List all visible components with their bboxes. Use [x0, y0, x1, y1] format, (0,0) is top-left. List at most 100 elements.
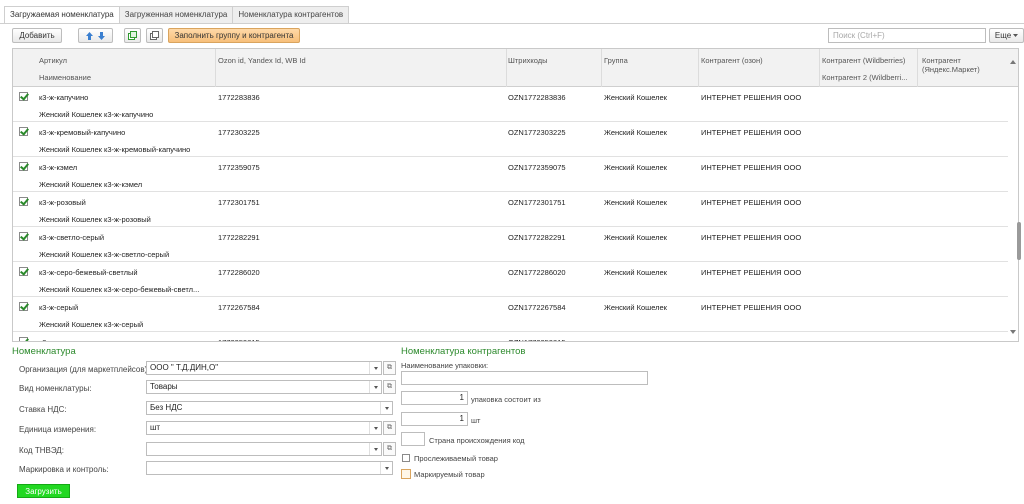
more-label: Еще: [994, 31, 1012, 40]
cell-article: к3-ж-светло-серый: [39, 233, 105, 242]
row-checkbox[interactable]: [19, 302, 28, 311]
column-divider: [506, 49, 507, 87]
column-divider: [601, 49, 602, 87]
header-ids[interactable]: Ozon id, Yandex Id, WB Id: [218, 56, 306, 65]
row-checkbox[interactable]: [19, 92, 28, 101]
cell-id: 1772359075: [218, 163, 260, 172]
cell-barcode: OZN1772283836: [508, 93, 566, 102]
cell-article: к3-ж-капучино: [39, 93, 89, 102]
pack-name-label: Наименование упаковки:: [401, 361, 489, 370]
table-row[interactable]: к3-ж-серо-бежевый-светлый Женский Кошелек…: [13, 262, 1008, 297]
cell-contractor: ИНТЕРНЕТ РЕШЕНИЯ ООО: [701, 233, 802, 242]
group-button[interactable]: [124, 28, 141, 43]
table-row[interactable]: к3-ж-капучино Женский Кошелек к3-ж-капучи…: [13, 87, 1008, 122]
cell-article: к3-ж-кэмел: [39, 163, 78, 172]
cell-contractor: ИНТЕРНЕТ РЕШЕНИЯ ООО: [701, 303, 802, 312]
row-checkbox[interactable]: [19, 232, 28, 241]
kind-value: Товары: [150, 382, 178, 391]
cell-contractor: ИНТЕРНЕТ РЕШЕНИЯ ООО: [701, 93, 802, 102]
group-edit-icon: [128, 31, 137, 40]
open-org-button[interactable]: ⧉: [383, 361, 396, 375]
header-article[interactable]: Артикул: [39, 56, 67, 65]
add-button[interactable]: Добавить: [12, 28, 62, 43]
nomenclature-table: Артикул Наименование Ozon id, Yandex Id,…: [12, 48, 1019, 342]
cell-name: Женский Кошелек к3-ж-кэмел: [39, 180, 143, 189]
table-row[interactable]: к3-ж-кремовый-капучино Женский Кошелек к3…: [13, 122, 1008, 157]
tab-loading-nomenclature[interactable]: Загружаемая номенклатура: [4, 6, 120, 24]
open-unit-button[interactable]: ⧉: [383, 421, 396, 435]
header-contractor2-wb[interactable]: Контрагент 2 (Wildberri...: [822, 73, 915, 82]
move-up-icon[interactable]: [86, 31, 93, 40]
chevron-down-icon[interactable]: [369, 362, 381, 374]
chevron-down-icon[interactable]: [369, 422, 381, 434]
tnved-label: Код ТНВЭД:: [19, 446, 64, 455]
marked-checkbox[interactable]: [401, 469, 411, 479]
org-value: ООО " Т.Д.ДИН,О": [150, 363, 219, 372]
cell-name: Женский Кошелек к3-ж-серый: [39, 320, 144, 329]
row-checkbox[interactable]: [19, 337, 28, 341]
chevron-down-icon[interactable]: [380, 402, 392, 414]
header-contractor-ym[interactable]: Контрагент (Яндекс.Маркет): [922, 56, 1012, 74]
country-code-input[interactable]: [401, 432, 425, 446]
load-button[interactable]: Загрузить: [17, 484, 70, 498]
cell-name: Женский Кошелек к3-ж-капучино: [39, 110, 154, 119]
cell-group: Женский Кошелек: [604, 128, 667, 137]
row-checkbox[interactable]: [19, 267, 28, 276]
tab-loaded-nomenclature[interactable]: Загруженная номенклатура: [118, 6, 234, 24]
chevron-down-icon[interactable]: [380, 462, 392, 474]
unit-label: Единица измерения:: [19, 425, 97, 434]
header-contractor-ozon[interactable]: Контрагент (озон): [701, 56, 763, 65]
vat-field[interactable]: Без НДС: [146, 401, 393, 415]
table-row[interactable]: к3-ж-... 1772359815 OZN1772359815: [13, 332, 1008, 341]
table-row[interactable]: к3-ж-светло-серый Женский Кошелек к3-ж-св…: [13, 227, 1008, 262]
tab-divider: [0, 23, 1024, 24]
org-field[interactable]: ООО " Т.Д.ДИН,О": [146, 361, 382, 375]
open-tnved-button[interactable]: ⧉: [383, 442, 396, 456]
scroll-down-icon[interactable]: [1010, 330, 1016, 334]
tracked-checkbox[interactable]: [402, 454, 410, 462]
copy-icon: [150, 31, 159, 40]
column-divider: [819, 49, 820, 87]
pcs-input[interactable]: 1: [401, 412, 468, 426]
header-contractor-wb[interactable]: Контрагент (Wildberries): [822, 56, 915, 65]
kind-field[interactable]: Товары: [146, 380, 382, 394]
chevron-down-icon[interactable]: [369, 443, 381, 455]
row-checkbox[interactable]: [19, 197, 28, 206]
cell-barcode: OZN1772359815: [508, 338, 566, 341]
open-kind-button[interactable]: ⧉: [383, 380, 396, 394]
header-name[interactable]: Наименование: [39, 73, 91, 82]
row-checkbox[interactable]: [19, 162, 28, 171]
table-row[interactable]: к3-ж-серый Женский Кошелек к3-ж-серый 1772…: [13, 297, 1008, 332]
marking-field[interactable]: [146, 461, 393, 475]
cell-article: к3-ж-кремовый-капучино: [39, 128, 126, 137]
copy-button[interactable]: [146, 28, 163, 43]
pack-name-input[interactable]: [401, 371, 648, 385]
fill-group-contractor-button[interactable]: Заполнить группу и контрагента: [168, 28, 300, 43]
move-down-icon[interactable]: [98, 31, 105, 40]
header-group[interactable]: Группа: [604, 56, 628, 65]
unit-field[interactable]: шт: [146, 421, 382, 435]
tnved-field[interactable]: [146, 442, 382, 456]
pack-qty-input[interactable]: 1: [401, 391, 468, 405]
scrollbar-thumb[interactable]: [1017, 222, 1021, 260]
chevron-down-icon[interactable]: [369, 381, 381, 393]
table-header: Артикул Наименование Ozon id, Yandex Id,…: [13, 49, 1018, 87]
table-row[interactable]: к3-ж-кэмел Женский Кошелек к3-ж-кэмел 1772…: [13, 157, 1008, 192]
cell-id: 1772282291: [218, 233, 260, 242]
cell-barcode: OZN1772282291: [508, 233, 566, 242]
search-input[interactable]: Поиск (Ctrl+F): [828, 28, 986, 43]
table-row[interactable]: к3-ж-розовый Женский Кошелек к3-ж-розовый…: [13, 192, 1008, 227]
cell-group: Женский Кошелек: [604, 303, 667, 312]
row-checkbox[interactable]: [19, 127, 28, 136]
cell-article: к3-ж-серый: [39, 303, 79, 312]
scroll-up-icon[interactable]: [1010, 60, 1016, 64]
cell-name: Женский Кошелек к3-ж-светло-серый: [39, 250, 170, 259]
more-button[interactable]: Еще: [989, 28, 1024, 43]
vat-value: Без НДС: [150, 403, 183, 412]
tab-contractor-nomenclature[interactable]: Номенклатура контрагентов: [232, 6, 350, 24]
toolbar: Добавить Заполнить группу и контрагента: [12, 28, 300, 43]
header-barcodes[interactable]: Штрихкоды: [508, 56, 548, 65]
cell-id: 1772301751: [218, 198, 260, 207]
cell-group: Женский Кошелек: [604, 93, 667, 102]
cell-group: Женский Кошелек: [604, 233, 667, 242]
